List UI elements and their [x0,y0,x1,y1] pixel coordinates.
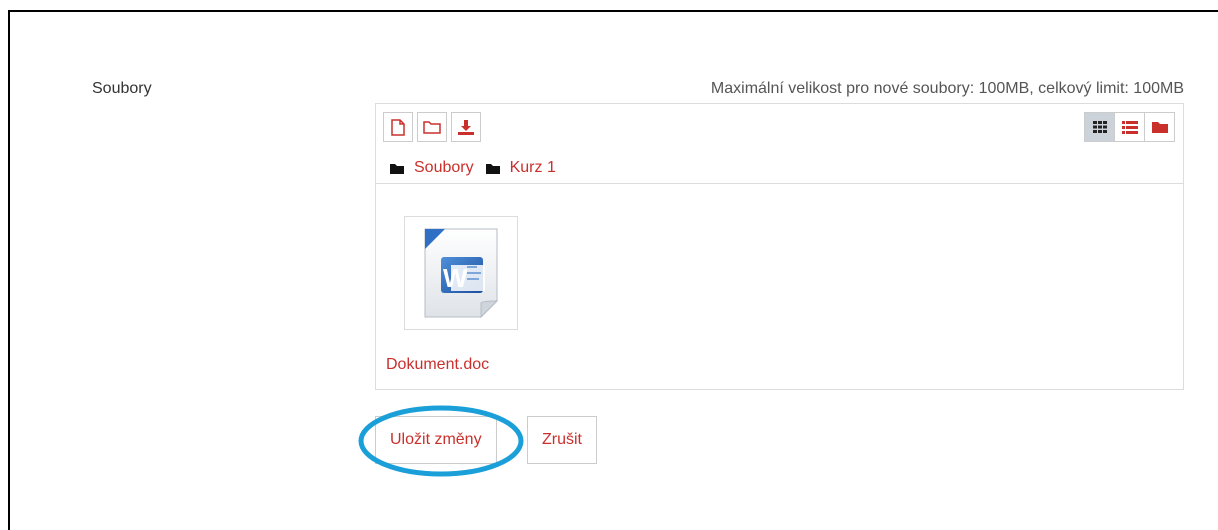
breadcrumb-link-soubory[interactable]: Soubory [414,159,474,177]
file-add-icon [391,118,405,136]
folder-icon [390,163,404,174]
grid-view-button[interactable] [1085,113,1115,141]
create-folder-button[interactable] [417,112,447,142]
file-manager: Soubory Kurz 1 W Dokument.doc [375,103,1184,390]
breadcrumb-link-kurz-1[interactable]: Kurz 1 [510,159,556,177]
list-view-button[interactable] [1115,113,1145,141]
file-name[interactable]: Dokument.doc [386,356,489,374]
breadcrumb-item: Kurz 1 [485,159,556,177]
breadcrumb-item: Soubory [390,159,474,177]
file-item[interactable]: W Dokument.doc [386,216,520,373]
word-document-icon: W [424,228,499,319]
download-button[interactable] [451,112,481,142]
file-manager-toolbar: Soubory Kurz 1 [376,104,1183,184]
folder-view-button[interactable] [1145,113,1174,141]
list-view-icon [1121,120,1138,134]
breadcrumb: Soubory Kurz 1 [390,159,568,177]
download-icon [458,119,474,135]
svg-text:W: W [443,263,468,293]
upload-limit-text: Maximální velikost pro nové soubory: 100… [710,80,1184,97]
field-label: Soubory [92,80,152,97]
folder-create-icon [423,121,441,134]
add-file-button[interactable] [383,112,413,142]
file-thumbnail[interactable]: W [404,216,518,330]
folder-view-icon [1151,122,1168,133]
folder-icon [485,163,500,174]
grid-view-icon [1092,121,1107,133]
save-changes-button[interactable]: Uložit změny [375,416,497,464]
view-mode-group [1084,112,1175,142]
cancel-button[interactable]: Zrušit [527,416,597,464]
